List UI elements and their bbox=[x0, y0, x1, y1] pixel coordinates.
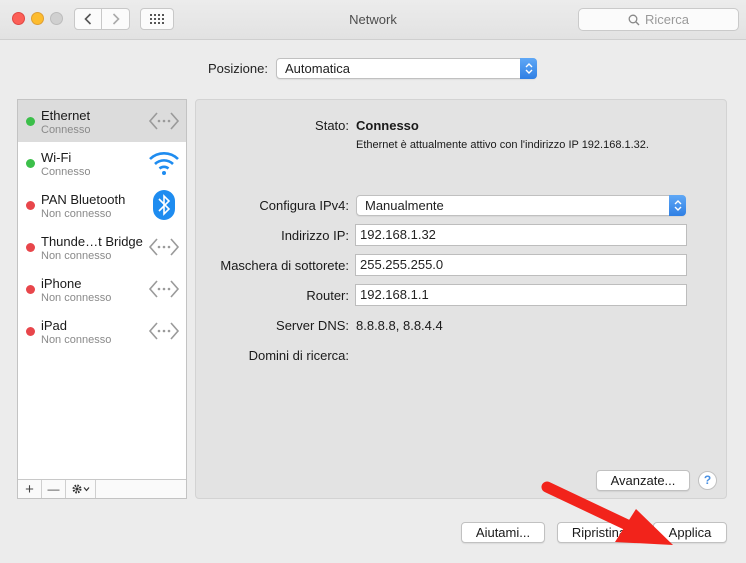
configure-ipv4-label: Configura IPv4: bbox=[259, 198, 349, 213]
status-dot bbox=[26, 159, 35, 168]
service-item[interactable]: Wi-Fi Connesso bbox=[18, 142, 186, 184]
ip-address-field[interactable]: 192.168.1.32 bbox=[355, 224, 687, 246]
wifi-icon bbox=[148, 149, 180, 177]
apply-button[interactable]: Applica bbox=[653, 522, 727, 543]
dns-server-label: Server DNS: bbox=[276, 318, 349, 333]
location-select[interactable]: Automatica bbox=[276, 58, 537, 79]
ethernet-arrows-icon bbox=[148, 107, 180, 135]
gear-icon bbox=[71, 484, 89, 494]
ethernet-arrows-icon bbox=[148, 317, 180, 345]
service-item[interactable]: iPad Non connesso bbox=[18, 310, 186, 352]
bluetooth-icon bbox=[148, 190, 180, 220]
chevron-updown-icon bbox=[669, 195, 686, 216]
service-item[interactable]: iPhone Non connesso bbox=[18, 268, 186, 310]
help-button[interactable]: ? bbox=[698, 471, 717, 490]
configure-ipv4-value: Manualmente bbox=[365, 198, 444, 213]
dns-server-value: 8.8.8.8, 8.8.4.4 bbox=[356, 318, 443, 333]
status-dot bbox=[26, 201, 35, 210]
assist-me-button[interactable]: Aiutami... bbox=[461, 522, 545, 543]
revert-button[interactable]: Ripristina bbox=[557, 522, 641, 543]
service-status: Connesso bbox=[41, 166, 91, 178]
service-name: PAN Bluetooth bbox=[41, 192, 126, 207]
service-item[interactable]: PAN Bluetooth Non connesso bbox=[18, 184, 186, 226]
add-service-button[interactable]: + bbox=[18, 480, 42, 498]
service-name: iPad bbox=[41, 318, 68, 333]
status-dot bbox=[26, 285, 35, 294]
service-item[interactable]: Thunde…t Bridge Non connesso bbox=[18, 226, 186, 268]
service-name: Ethernet bbox=[41, 108, 91, 123]
location-value: Automatica bbox=[285, 61, 351, 76]
service-status: Non connesso bbox=[41, 292, 112, 304]
remove-service-button[interactable]: — bbox=[42, 480, 66, 498]
advanced-button[interactable]: Avanzate... bbox=[596, 470, 690, 491]
ethernet-arrows-icon bbox=[148, 233, 180, 261]
search-input[interactable]: Ricerca bbox=[578, 8, 739, 31]
status-description: Ethernet è attualmente attivo con l'indi… bbox=[356, 139, 649, 151]
service-name: Thunde…t Bridge bbox=[41, 234, 143, 249]
service-status: Non connesso bbox=[41, 208, 112, 220]
ip-address-label: Indirizzo IP: bbox=[281, 228, 349, 243]
services-list: iPad Non connesso iPhone Non connesso Thunde… bbox=[17, 99, 187, 499]
search-placeholder: Ricerca bbox=[644, 12, 690, 27]
service-name: Wi-Fi bbox=[41, 150, 72, 165]
router-label: Router: bbox=[306, 288, 349, 303]
subnet-mask-field[interactable]: 255.255.255.0 bbox=[355, 254, 687, 276]
service-item[interactable]: Ethernet Connesso bbox=[18, 100, 186, 142]
detail-panel: Stato: Connesso Ethernet è attualmente a… bbox=[195, 99, 727, 499]
title-bar: Network Ricerca bbox=[0, 0, 746, 40]
chevron-updown-icon bbox=[520, 58, 537, 79]
status-dot bbox=[26, 243, 35, 252]
subnet-mask-label: Maschera di sottorete: bbox=[220, 258, 349, 273]
services-toolbar: + — bbox=[18, 479, 186, 498]
configure-ipv4-select[interactable]: Manualmente bbox=[356, 195, 686, 216]
service-status: Non connesso bbox=[41, 250, 112, 262]
search-domains-label: Domini di ricerca: bbox=[248, 348, 349, 363]
router-field[interactable]: 192.168.1.1 bbox=[355, 284, 687, 306]
service-name: iPhone bbox=[41, 276, 82, 291]
service-actions-button[interactable] bbox=[66, 480, 96, 498]
status-dot bbox=[26, 327, 35, 336]
service-status: Non connesso bbox=[41, 334, 112, 346]
service-status: Connesso bbox=[41, 124, 91, 136]
search-icon bbox=[628, 14, 640, 25]
status-value: Connesso bbox=[356, 118, 419, 133]
status-label: Stato: bbox=[315, 118, 349, 133]
location-label: Posizione: bbox=[208, 61, 268, 76]
status-dot bbox=[26, 117, 35, 126]
ethernet-arrows-icon bbox=[148, 275, 180, 303]
